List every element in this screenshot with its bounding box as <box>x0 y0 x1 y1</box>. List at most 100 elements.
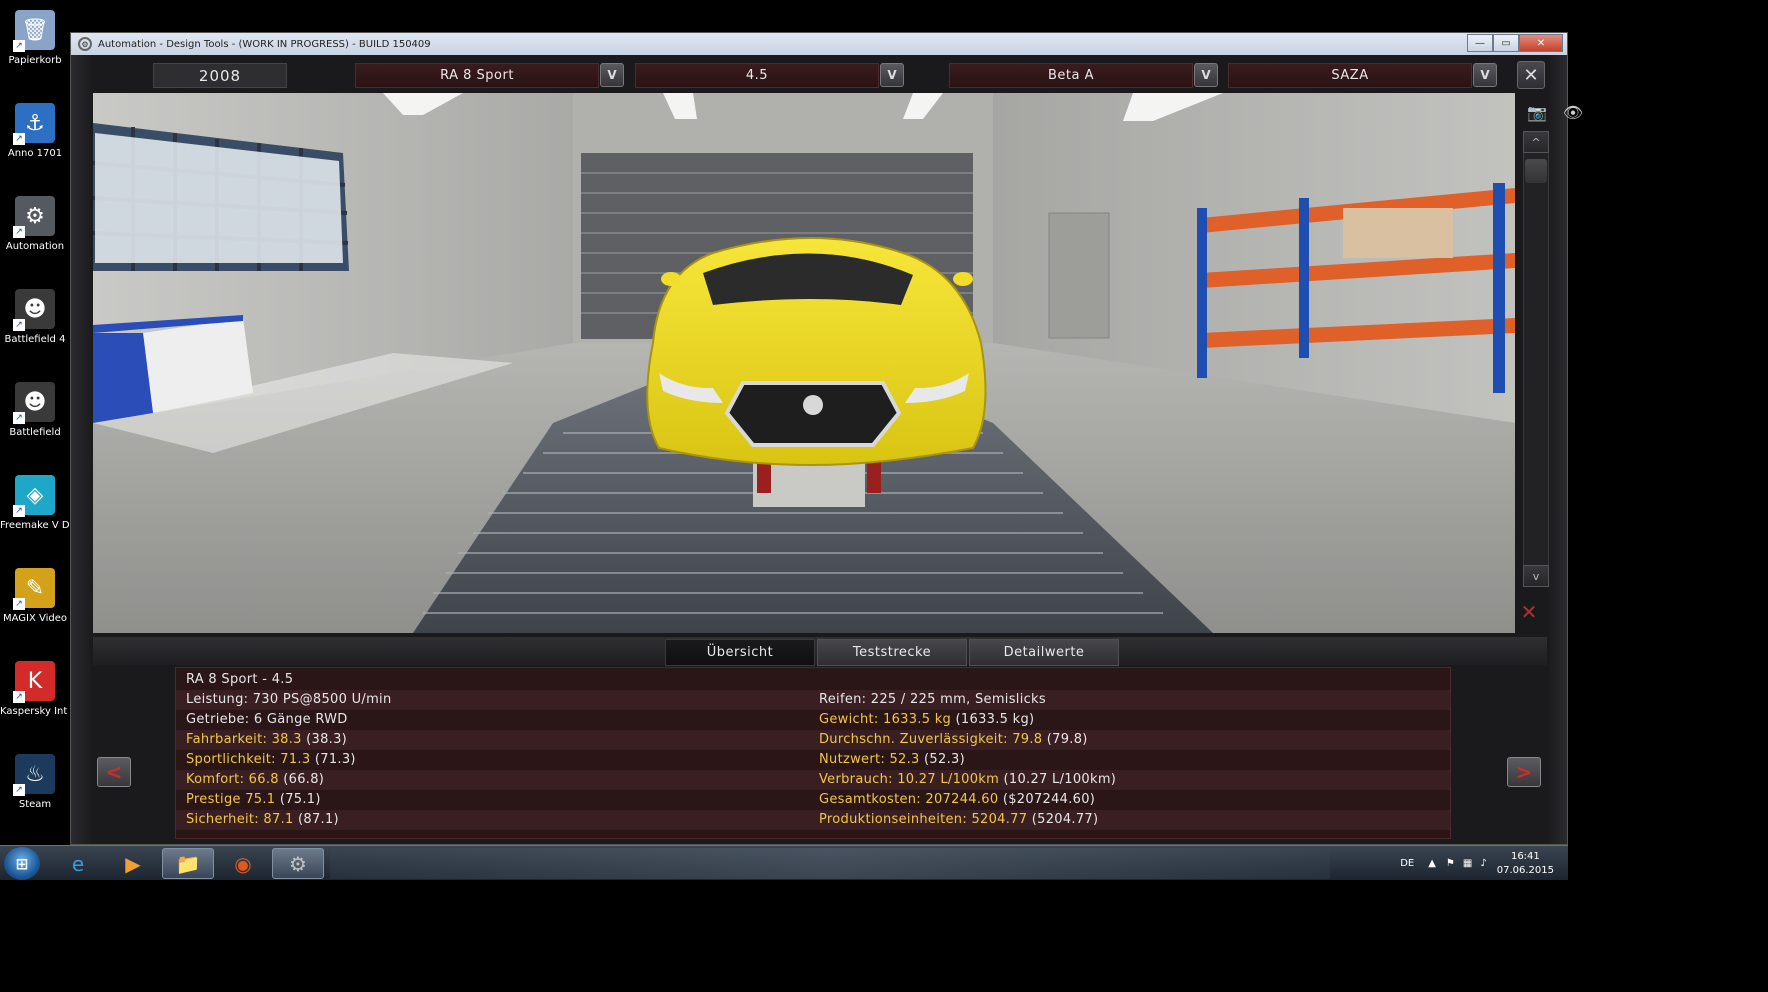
tray-arrow-icon[interactable]: ▲ <box>1428 858 1436 869</box>
app-window: ⚙ Automation - Design Tools - (WORK IN P… <box>70 32 1583 845</box>
stat-prestige: Prestige 75.1 <box>186 792 276 807</box>
stat-comfort-ref: (66.8) <box>278 772 325 787</box>
scroll-up-button[interactable]: ^ <box>1523 131 1549 153</box>
car-3d-viewport[interactable] <box>93 93 1515 633</box>
stat-total-cost-ref: ($207244.60) <box>998 792 1096 807</box>
stat-drivability-ref: (38.3) <box>301 732 348 747</box>
desktop-shortcut-label: Steam <box>18 799 52 810</box>
tab-detail-values[interactable]: Detailwerte <box>969 639 1119 666</box>
viewport-scrollbar[interactable] <box>1523 131 1549 587</box>
trim-dropdown[interactable]: 4.5 <box>635 63 879 88</box>
desktop-shortcut[interactable]: ⚙ Automation <box>0 190 70 274</box>
steam-icon: ♨ <box>13 754 55 796</box>
stats-row: Sportlichkeit: 71.3 (71.3) Nutzwert: 52.… <box>176 750 1450 770</box>
stat-utility-ref: (52.3) <box>919 752 965 767</box>
stat-safety-ref: (87.1) <box>293 812 339 827</box>
stats-row: Komfort: 66.8 (66.8) Verbrauch: 10.27 L/… <box>176 770 1450 790</box>
volume-icon[interactable]: ♪ <box>1480 858 1486 869</box>
desktop-shortcut[interactable]: ☻ Battlefield 4 <box>0 283 70 367</box>
stat-prestige-ref: (75.1) <box>275 792 321 807</box>
automation-task-icon[interactable]: ⚙ <box>272 848 324 879</box>
previous-button[interactable]: < <box>97 757 131 787</box>
language-indicator[interactable]: DE <box>1400 858 1414 869</box>
stats-row: Sicherheit: 87.1 (87.1) Produktionseinhe… <box>176 810 1450 830</box>
desktop-shortcut[interactable]: ◈ Freemake V Download <box>0 469 70 553</box>
trim-dropdown-button[interactable]: V <box>880 63 904 87</box>
desktop-shortcut[interactable]: ✎ MAGIX Video <box>0 562 70 646</box>
desktop-shortcut-label: Anno 1701 <box>7 148 63 159</box>
stat-reliability: Durchschn. Zuverlässigkeit: 79.8 <box>819 732 1043 747</box>
taskbar-window-strip <box>330 848 1330 879</box>
desktop-shortcut[interactable]: ♨ Steam <box>0 748 70 832</box>
clock-date: 07.06.2015 <box>1496 864 1554 876</box>
tab-test-track[interactable]: Teststrecke <box>817 639 967 666</box>
close-designer-button[interactable]: ✕ <box>1517 61 1545 89</box>
stat-production-units: Produktionseinheiten: 5204.77 <box>819 812 1028 827</box>
anno-icon: ⚓ <box>13 103 55 145</box>
desktop-shortcut[interactable]: 🗑 Papierkorb <box>0 4 70 88</box>
desktop-shortcut[interactable]: ⚓ Anno 1701 <box>0 97 70 181</box>
stat-drivability: Fahrbarkeit: 38.3 <box>186 732 302 747</box>
desktop-shortcut[interactable]: ☻ Battlefield <box>0 376 70 460</box>
family-dropdown-button[interactable]: V <box>1473 63 1497 87</box>
stat-sportiness: Sportlichkeit: 71.3 <box>186 752 311 767</box>
scroll-down-button[interactable]: v <box>1523 565 1549 587</box>
battlefield-icon: ☻ <box>13 289 55 331</box>
close-window-button[interactable]: ✕ <box>1519 34 1563 52</box>
stat-consumption: Verbrauch: 10.27 L/100km <box>819 772 1000 787</box>
info-tabs: Übersicht Teststrecke Detailwerte <box>93 637 1547 666</box>
body-dropdown[interactable]: Beta A <box>949 63 1193 88</box>
car-title: RA 8 Sport - 4.5 <box>186 672 294 687</box>
model-dropdown[interactable]: RA 8 Sport <box>355 63 599 88</box>
stat-gearbox: Getriebe: 6 Gänge RWD <box>186 712 348 727</box>
clock[interactable]: 16:41 07.06.2015 <box>1497 850 1554 878</box>
stats-row: Fahrbarkeit: 38.3 (38.3) Durchschn. Zuve… <box>176 730 1450 750</box>
desktop-shortcut[interactable]: K Kaspersky Int Security <box>0 655 70 739</box>
media-player-icon[interactable]: ▶ <box>107 848 159 879</box>
maximize-button[interactable]: ▭ <box>1493 34 1519 52</box>
desktop-shortcut-label: Battlefield 4 <box>4 334 66 345</box>
stat-sportiness-ref: (71.3) <box>310 752 356 767</box>
start-button[interactable]: ⊞ <box>4 847 40 880</box>
stat-reliability-ref: (79.8) <box>1042 732 1088 747</box>
flag-icon[interactable]: ⚑ <box>1446 858 1455 869</box>
internet-explorer-icon[interactable]: e <box>52 848 104 879</box>
scroll-thumb[interactable] <box>1525 159 1547 183</box>
firefox-icon[interactable]: ◉ <box>217 848 269 879</box>
desktop-shortcut-label: MAGIX Video <box>2 613 68 624</box>
stats-row: Leistung: 730 PS@8500 U/min Reifen: 225 … <box>176 690 1450 710</box>
freemake-icon: ◈ <box>13 475 55 517</box>
desktop-shortcut-label: Battlefield <box>9 427 61 438</box>
year-display: 2008 <box>153 63 287 88</box>
stat-weight-ref: (1633.5 kg) <box>951 712 1035 727</box>
selector-bar: 2008 RA 8 Sport V 4.5 V Beta A V SAZA V … <box>93 59 1547 91</box>
minimize-button[interactable]: — <box>1467 34 1493 52</box>
app-icon: ⚙ <box>78 37 92 51</box>
window-title: Automation - Design Tools - (WORK IN PRO… <box>98 38 431 50</box>
tab-overview[interactable]: Übersicht <box>665 639 815 666</box>
family-dropdown[interactable]: SAZA <box>1228 63 1472 88</box>
camera-icon[interactable]: 📷 <box>1517 101 1557 123</box>
stats-row: Prestige 75.1 (75.1) Gesamtkosten: 20724… <box>176 790 1450 810</box>
garage-scene <box>93 93 1515 633</box>
network-icon[interactable]: ▦ <box>1463 858 1472 869</box>
stats-row: Getriebe: 6 Gänge RWD Gewicht: 1633.5 kg… <box>176 710 1450 730</box>
recycle-bin-icon: 🗑 <box>13 10 55 52</box>
explorer-icon[interactable]: 📁 <box>162 848 214 879</box>
body-dropdown-button[interactable]: V <box>1194 63 1218 87</box>
desktop-shortcut-label: Automation <box>5 241 65 252</box>
stat-comfort: Komfort: 66.8 <box>186 772 279 787</box>
stats-row: RA 8 Sport - 4.5 <box>176 670 1450 690</box>
automation-icon: ⚙ <box>13 196 55 238</box>
stats-panel: RA 8 Sport - 4.5 Leistung: 730 PS@8500 U… <box>175 667 1451 839</box>
stat-weight: Gewicht: 1633.5 kg <box>819 712 952 727</box>
reset-view-icon[interactable]: ✕ <box>1509 600 1549 624</box>
eye-icon[interactable]: 👁 <box>1553 101 1593 123</box>
desktop-shortcut-label: Freemake V Download <box>0 520 70 531</box>
stat-utility: Nutzwert: 52.3 <box>819 752 920 767</box>
model-dropdown-button[interactable]: V <box>600 63 624 87</box>
stat-total-cost: Gesamtkosten: 207244.60 <box>819 792 999 807</box>
title-bar[interactable]: ⚙ Automation - Design Tools - (WORK IN P… <box>71 33 1567 55</box>
kaspersky-icon: K <box>13 661 55 703</box>
next-button[interactable]: > <box>1507 757 1541 787</box>
